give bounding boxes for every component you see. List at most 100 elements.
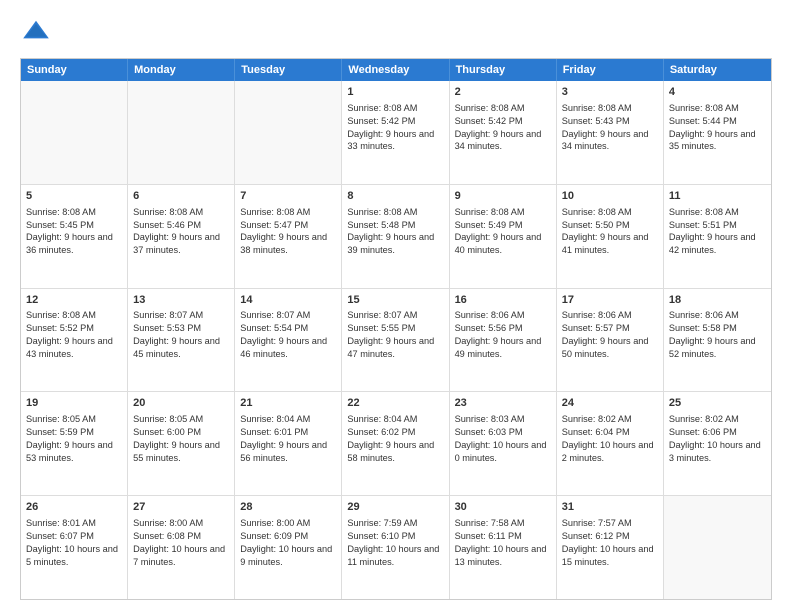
calendar-week: 26Sunrise: 8:01 AMSunset: 6:07 PMDayligh…: [21, 495, 771, 599]
day-number: 12: [26, 293, 122, 308]
day-info: Sunrise: 8:04 AMSunset: 6:02 PMDaylight:…: [347, 413, 443, 465]
day-number: 7: [240, 189, 336, 204]
calendar: SundayMondayTuesdayWednesdayThursdayFrid…: [20, 58, 772, 600]
logo: [20, 16, 56, 48]
calendar-cell: 23 Sunrise: 8:03 AMSunset: 6:03 PMDayligh…: [450, 392, 557, 495]
calendar-cell: 8 Sunrise: 8:08 AMSunset: 5:48 PMDaylight…: [342, 185, 449, 288]
day-number: 20: [133, 396, 229, 411]
day-info: Sunrise: 8:08 AMSunset: 5:50 PMDaylight:…: [562, 206, 658, 258]
calendar-cell: 26Sunrise: 8:01 AMSunset: 6:07 PMDayligh…: [21, 496, 128, 599]
weekday-header: Thursday: [450, 59, 557, 81]
calendar-header: SundayMondayTuesdayWednesdayThursdayFrid…: [21, 59, 771, 81]
day-info: Sunrise: 8:07 AMSunset: 5:54 PMDaylight:…: [240, 309, 336, 361]
calendar-cell: 20Sunrise: 8:05 AMSunset: 6:00 PMDayligh…: [128, 392, 235, 495]
day-number: 15: [347, 293, 443, 308]
day-number: 19: [26, 396, 122, 411]
day-number: 16: [455, 293, 551, 308]
day-info: Sunrise: 8:08 AMSunset: 5:47 PMDaylight:…: [240, 206, 336, 258]
day-info: Sunrise: 8:07 AMSunset: 5:55 PMDaylight:…: [347, 309, 443, 361]
day-info: Sunrise: 8:00 AMSunset: 6:08 PMDaylight:…: [133, 517, 229, 569]
day-number: 26: [26, 500, 122, 515]
calendar-cell: [235, 81, 342, 184]
day-info: Sunrise: 8:00 AMSunset: 6:09 PMDaylight:…: [240, 517, 336, 569]
calendar-cell: 11 Sunrise: 8:08 AMSunset: 5:51 PMDayligh…: [664, 185, 771, 288]
calendar-cell: 6 Sunrise: 8:08 AMSunset: 5:46 PMDaylight…: [128, 185, 235, 288]
day-info: Sunrise: 8:08 AMSunset: 5:46 PMDaylight:…: [133, 206, 229, 258]
day-number: 18: [669, 293, 766, 308]
day-number: 11: [669, 189, 766, 204]
day-info: Sunrise: 7:59 AMSunset: 6:10 PMDaylight:…: [347, 517, 443, 569]
day-number: 22: [347, 396, 443, 411]
day-info: Sunrise: 8:08 AMSunset: 5:42 PMDaylight:…: [347, 102, 443, 154]
weekday-header: Saturday: [664, 59, 771, 81]
day-number: 21: [240, 396, 336, 411]
day-number: 28: [240, 500, 336, 515]
day-number: 2: [455, 85, 551, 100]
day-number: 23: [455, 396, 551, 411]
header: [20, 16, 772, 48]
calendar-cell: 31Sunrise: 7:57 AMSunset: 6:12 PMDayligh…: [557, 496, 664, 599]
day-info: Sunrise: 8:08 AMSunset: 5:44 PMDaylight:…: [669, 102, 766, 154]
weekday-header: Sunday: [21, 59, 128, 81]
calendar-cell: 21 Sunrise: 8:04 AMSunset: 6:01 PMDayligh…: [235, 392, 342, 495]
day-info: Sunrise: 8:02 AMSunset: 6:06 PMDaylight:…: [669, 413, 766, 465]
calendar-cell: 19Sunrise: 8:05 AMSunset: 5:59 PMDayligh…: [21, 392, 128, 495]
day-number: 5: [26, 189, 122, 204]
weekday-header: Monday: [128, 59, 235, 81]
day-info: Sunrise: 8:03 AMSunset: 6:03 PMDaylight:…: [455, 413, 551, 465]
calendar-cell: 9 Sunrise: 8:08 AMSunset: 5:49 PMDaylight…: [450, 185, 557, 288]
calendar-week: 19Sunrise: 8:05 AMSunset: 5:59 PMDayligh…: [21, 391, 771, 495]
page: SundayMondayTuesdayWednesdayThursdayFrid…: [0, 0, 792, 612]
calendar-cell: 24 Sunrise: 8:02 AMSunset: 6:04 PMDayligh…: [557, 392, 664, 495]
calendar-cell: 17Sunrise: 8:06 AMSunset: 5:57 PMDayligh…: [557, 289, 664, 392]
calendar-cell: [664, 496, 771, 599]
calendar-cell: 2 Sunrise: 8:08 AMSunset: 5:42 PMDaylight…: [450, 81, 557, 184]
weekday-header: Friday: [557, 59, 664, 81]
day-info: Sunrise: 8:08 AMSunset: 5:48 PMDaylight:…: [347, 206, 443, 258]
calendar-cell: 14Sunrise: 8:07 AMSunset: 5:54 PMDayligh…: [235, 289, 342, 392]
day-number: 17: [562, 293, 658, 308]
day-info: Sunrise: 8:02 AMSunset: 6:04 PMDaylight:…: [562, 413, 658, 465]
day-number: 1: [347, 85, 443, 100]
day-number: 14: [240, 293, 336, 308]
calendar-cell: 15Sunrise: 8:07 AMSunset: 5:55 PMDayligh…: [342, 289, 449, 392]
day-number: 30: [455, 500, 551, 515]
weekday-header: Tuesday: [235, 59, 342, 81]
calendar-cell: 1 Sunrise: 8:08 AMSunset: 5:42 PMDaylight…: [342, 81, 449, 184]
calendar-cell: 13Sunrise: 8:07 AMSunset: 5:53 PMDayligh…: [128, 289, 235, 392]
calendar-cell: [21, 81, 128, 184]
calendar-cell: 5 Sunrise: 8:08 AMSunset: 5:45 PMDaylight…: [21, 185, 128, 288]
calendar-cell: 18Sunrise: 8:06 AMSunset: 5:58 PMDayligh…: [664, 289, 771, 392]
day-number: 24: [562, 396, 658, 411]
calendar-cell: 4Sunrise: 8:08 AMSunset: 5:44 PMDaylight…: [664, 81, 771, 184]
day-info: Sunrise: 8:08 AMSunset: 5:43 PMDaylight:…: [562, 102, 658, 154]
calendar-body: 1 Sunrise: 8:08 AMSunset: 5:42 PMDaylight…: [21, 81, 771, 599]
day-info: Sunrise: 8:08 AMSunset: 5:51 PMDaylight:…: [669, 206, 766, 258]
day-number: 6: [133, 189, 229, 204]
calendar-cell: 3 Sunrise: 8:08 AMSunset: 5:43 PMDaylight…: [557, 81, 664, 184]
day-info: Sunrise: 7:57 AMSunset: 6:12 PMDaylight:…: [562, 517, 658, 569]
day-info: Sunrise: 8:08 AMSunset: 5:42 PMDaylight:…: [455, 102, 551, 154]
day-number: 25: [669, 396, 766, 411]
day-info: Sunrise: 8:07 AMSunset: 5:53 PMDaylight:…: [133, 309, 229, 361]
day-number: 3: [562, 85, 658, 100]
day-number: 8: [347, 189, 443, 204]
day-number: 9: [455, 189, 551, 204]
day-info: Sunrise: 7:58 AMSunset: 6:11 PMDaylight:…: [455, 517, 551, 569]
day-number: 10: [562, 189, 658, 204]
logo-icon: [20, 16, 52, 48]
day-number: 13: [133, 293, 229, 308]
calendar-cell: 10 Sunrise: 8:08 AMSunset: 5:50 PMDayligh…: [557, 185, 664, 288]
day-info: Sunrise: 8:04 AMSunset: 6:01 PMDaylight:…: [240, 413, 336, 465]
calendar-cell: 27Sunrise: 8:00 AMSunset: 6:08 PMDayligh…: [128, 496, 235, 599]
day-info: Sunrise: 8:06 AMSunset: 5:58 PMDaylight:…: [669, 309, 766, 361]
day-info: Sunrise: 8:08 AMSunset: 5:49 PMDaylight:…: [455, 206, 551, 258]
calendar-cell: 16Sunrise: 8:06 AMSunset: 5:56 PMDayligh…: [450, 289, 557, 392]
calendar-cell: 25 Sunrise: 8:02 AMSunset: 6:06 PMDayligh…: [664, 392, 771, 495]
calendar-cell: [128, 81, 235, 184]
calendar-cell: 28 Sunrise: 8:00 AMSunset: 6:09 PMDayligh…: [235, 496, 342, 599]
calendar-cell: 7 Sunrise: 8:08 AMSunset: 5:47 PMDaylight…: [235, 185, 342, 288]
calendar-cell: 29Sunrise: 7:59 AMSunset: 6:10 PMDayligh…: [342, 496, 449, 599]
day-info: Sunrise: 8:08 AMSunset: 5:45 PMDaylight:…: [26, 206, 122, 258]
calendar-week: 12Sunrise: 8:08 AMSunset: 5:52 PMDayligh…: [21, 288, 771, 392]
